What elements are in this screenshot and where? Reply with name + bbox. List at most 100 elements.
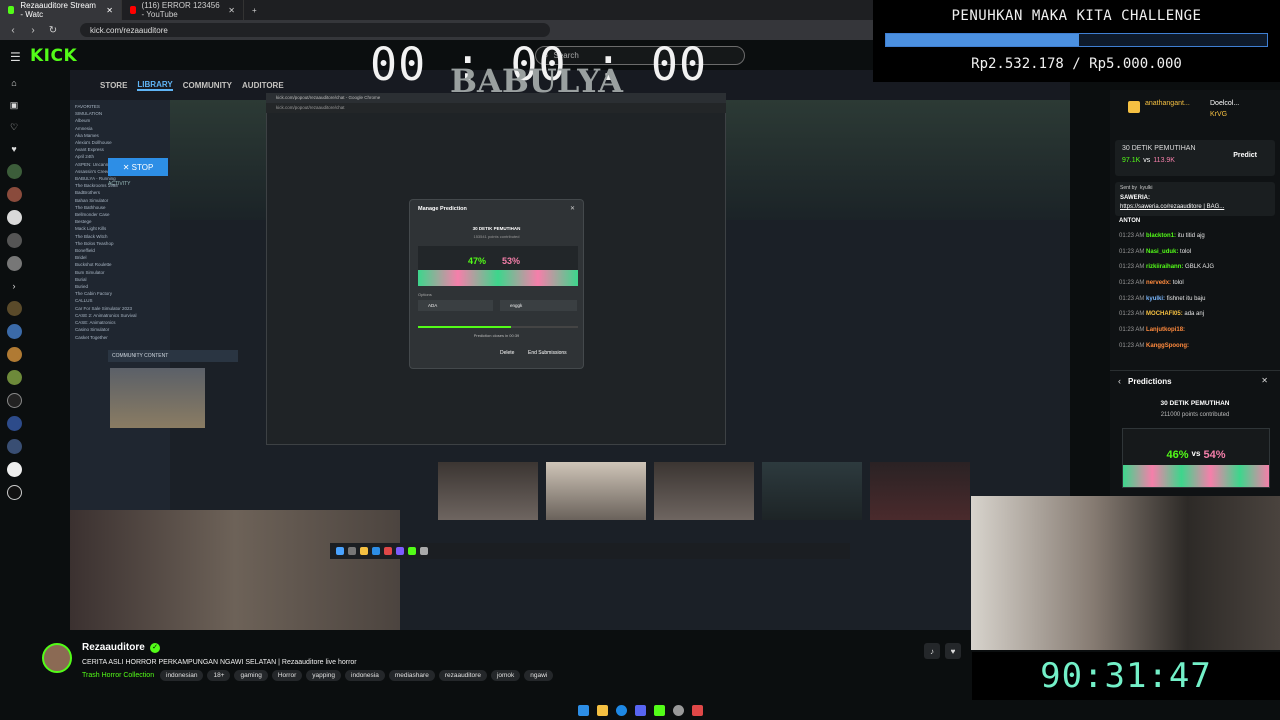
prediction-graph: 47% 53% — [418, 246, 578, 286]
predictions-graph: 46% vs 54% — [1122, 428, 1270, 488]
edge-icon[interactable] — [615, 704, 627, 716]
steam-user-link: AUDITORE — [242, 80, 284, 90]
avatar[interactable] — [6, 256, 22, 271]
back-icon[interactable]: ‹ — [6, 25, 20, 36]
tag[interactable]: 18+ — [207, 670, 231, 681]
avatar[interactable] — [6, 462, 22, 477]
back-icon[interactable]: ‹ — [1118, 376, 1121, 386]
leaderboard-icon — [1128, 101, 1140, 113]
steam-library-item: CASE 2: Animatronics Survival — [75, 312, 137, 318]
tag[interactable]: indonesian — [160, 670, 204, 681]
close-icon: ✕ — [569, 206, 575, 212]
tab-label: (116) ERROR 123456 - YouTube — [141, 1, 220, 19]
chat-message: 01:23 AM Lanjutkopi18: — [1119, 327, 1186, 333]
forward-icon[interactable]: › — [26, 25, 40, 36]
tag[interactable]: yapping — [306, 670, 342, 681]
prediction-closes: Prediction closes in 00:39 — [473, 333, 520, 338]
discord-icon[interactable] — [634, 704, 646, 716]
steam-library-item: CASE: Animatronics — [75, 320, 116, 326]
pct-vs: vs — [1191, 449, 1201, 458]
following-icon[interactable]: ♡ — [7, 120, 21, 134]
follow-heart-icon[interactable]: ♥ — [945, 643, 961, 659]
chat-message: 01:23 AM KanggSpoong: — [1119, 343, 1190, 349]
avatar[interactable] — [6, 347, 22, 362]
avatar[interactable] — [6, 393, 22, 408]
tag[interactable]: jomok — [490, 670, 521, 681]
notification-bell-icon[interactable]: ♪ — [924, 643, 940, 659]
pct-right: 53% — [502, 256, 521, 266]
tag-list: indonesian 18+ gaming Horror yapping ind… — [160, 670, 554, 681]
predict-button[interactable]: Predict — [1233, 152, 1257, 159]
top-gifter-1[interactable]: anathangant... — [1145, 100, 1190, 107]
top-gifter-2[interactable]: Doelcol... — [1210, 100, 1239, 107]
challenge-amount: Rp2.532.178 / Rp5.000.000 — [971, 56, 1182, 72]
steam-library-item: Buried — [75, 284, 89, 290]
avatar[interactable] — [6, 439, 22, 454]
home-icon[interactable]: ⌂ — [7, 76, 21, 90]
chat-message: 01:23 AM Nasi_uduk: tolol — [1119, 249, 1192, 255]
community-content-header: COMMUNITY CONTENT — [108, 350, 238, 362]
verified-icon: ✓ — [150, 643, 160, 653]
avatar[interactable] — [6, 416, 22, 431]
avatar[interactable] — [6, 164, 22, 179]
manage-prediction-modal: Manage Prediction ✕ 30 DETIK PEMUTIHAN 1… — [409, 199, 584, 369]
avatar[interactable] — [6, 210, 22, 225]
close-icon[interactable]: ✕ — [106, 6, 113, 15]
obs-icon[interactable] — [672, 704, 684, 716]
start-icon[interactable] — [577, 704, 589, 716]
file-explorer-icon[interactable] — [596, 704, 608, 716]
avatar[interactable] — [42, 643, 72, 673]
tag[interactable]: rezaauditore — [438, 670, 487, 681]
brave-icon[interactable] — [691, 704, 703, 716]
steam-library-item: SIMULATION — [75, 111, 103, 117]
channel-name[interactable]: Rezaauditore — [82, 642, 145, 653]
tab-label: Rezaauditore Stream - Watc — [20, 1, 96, 19]
expand-icon[interactable]: › — [7, 279, 21, 293]
webcam-feed — [971, 496, 1280, 650]
stream-category[interactable]: Trash Horror Collection — [82, 672, 154, 679]
steam-stop-button: ✕ STOP — [108, 158, 168, 176]
avatar[interactable] — [6, 324, 22, 339]
close-icon[interactable]: ✕ — [1261, 376, 1268, 385]
chat-message: 01:23 AM blackton1: itu titid ajg — [1119, 233, 1205, 239]
left-rail: ⌂ ▣ ♡ ♥ › — [0, 70, 28, 700]
steam-activity-label: ACTIVITY — [108, 181, 131, 187]
steam-library-item: Mack Light Kills — [75, 226, 107, 232]
top-gifter-3[interactable]: KrVG — [1210, 111, 1227, 118]
saweria-link[interactable]: https://saweria.co/rezaauditore | BAG... — [1120, 204, 1224, 210]
tag[interactable]: gaming — [234, 670, 268, 681]
avatar[interactable] — [6, 233, 22, 248]
browse-icon[interactable]: ▣ — [7, 98, 21, 112]
steam-library-item: The Bathhouse — [75, 204, 106, 210]
media-icon[interactable] — [653, 704, 665, 716]
reload-icon[interactable]: ↻ — [46, 25, 60, 36]
url-input[interactable]: kick.com/rezaauditore — [80, 23, 550, 37]
steam-library-item: FAVORITES — [75, 104, 100, 109]
close-icon[interactable]: ✕ — [228, 6, 235, 15]
browser-tab-youtube[interactable]: (116) ERROR 123456 - YouTube ✕ — [122, 0, 244, 20]
kick-logo[interactable]: KICK — [30, 46, 77, 66]
sent-by-user: kyulki — [1139, 185, 1153, 191]
tag[interactable]: ngawi — [524, 670, 554, 681]
browser-tab-kick[interactable]: Rezaauditore Stream - Watc ✕ — [0, 0, 122, 20]
avatar[interactable] — [6, 485, 22, 500]
prediction-vs: vs — [1143, 157, 1151, 164]
tag[interactable]: mediashare — [388, 670, 435, 681]
menu-icon[interactable]: ☰ — [10, 50, 21, 64]
option-b: enggk — [500, 300, 577, 311]
avatar[interactable] — [6, 370, 22, 385]
steam-library-item: Bridel — [75, 255, 87, 261]
steam-library-item: Car For Sale Simulator 2023 — [75, 305, 133, 311]
avatar[interactable] — [6, 301, 22, 316]
new-tab-button[interactable]: + — [244, 0, 264, 20]
chat-anton: ANTON — [1119, 218, 1141, 224]
heart-icon[interactable]: ♥ — [7, 142, 21, 156]
modal-question: 30 DETIK PEMUTIHAN — [472, 226, 521, 231]
stream-title: CERITA ASLI HORROR PERKAMPUNGAN NGAWI SE… — [82, 659, 357, 666]
tag[interactable]: indonesia — [345, 670, 385, 681]
film-thumb — [762, 462, 862, 520]
tag[interactable]: Horror — [271, 670, 303, 681]
avatar[interactable] — [6, 187, 22, 202]
prediction-card[interactable]: 30 DETIK PEMUTIHAN 97.1K vs 113.9K Predi… — [1115, 140, 1275, 176]
steam-library-item: The Cabin Factory — [75, 291, 113, 297]
